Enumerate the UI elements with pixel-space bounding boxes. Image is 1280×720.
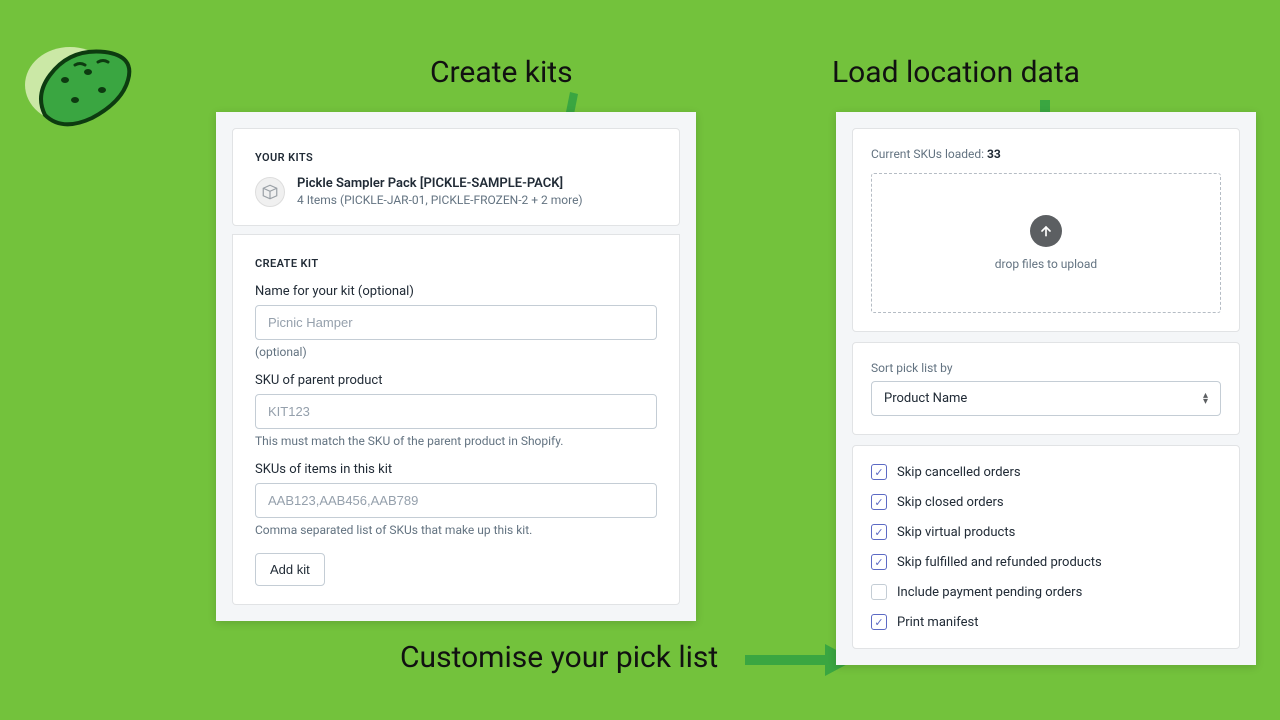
option-label: Print manifest <box>897 615 978 630</box>
dropzone-label: drop files to upload <box>995 257 1097 271</box>
item-skus-label: SKUs of items in this kit <box>255 462 657 477</box>
upload-card: Current SKUs loaded: 33 drop files to up… <box>852 128 1240 332</box>
skus-loaded: Current SKUs loaded: 33 <box>871 147 1221 161</box>
select-caret-icon: ▴▾ <box>1203 393 1208 405</box>
add-kit-button[interactable]: Add kit <box>255 553 325 586</box>
option-label: Skip virtual products <box>897 525 1015 540</box>
sort-label: Sort pick list by <box>871 361 1221 375</box>
checkbox-icon[interactable]: ✓ <box>871 614 887 630</box>
kit-name-help: (optional) <box>255 345 657 359</box>
option-row[interactable]: ✓ Skip fulfilled and refunded products <box>871 554 1221 570</box>
checkbox-icon[interactable]: ✓ <box>871 464 887 480</box>
option-row[interactable]: ✓ Print manifest <box>871 614 1221 630</box>
file-dropzone[interactable]: drop files to upload <box>871 173 1221 313</box>
create-kit-heading: CREATE KIT <box>255 257 657 270</box>
kit-item[interactable]: Pickle Sampler Pack [PICKLE-SAMPLE-PACK]… <box>255 176 657 207</box>
checkbox-icon[interactable]: ✓ <box>871 554 887 570</box>
option-label: Include payment pending orders <box>897 585 1082 600</box>
create-kit-card: CREATE KIT Name for your kit (optional) … <box>232 235 680 605</box>
sort-select[interactable]: Product Name ▴▾ <box>871 381 1221 416</box>
option-row[interactable]: ✓ Skip closed orders <box>871 494 1221 510</box>
package-icon <box>255 177 285 207</box>
checkbox-icon[interactable] <box>871 584 887 600</box>
checkbox-icon[interactable]: ✓ <box>871 524 887 540</box>
skus-loaded-prefix: Current SKUs loaded: <box>871 147 987 161</box>
checkbox-icon[interactable]: ✓ <box>871 494 887 510</box>
kit-subtitle: 4 Items (PICKLE-JAR-01, PICKLE-FROZEN-2 … <box>297 193 583 207</box>
option-row[interactable]: ✓ Skip virtual products <box>871 524 1221 540</box>
option-label: Skip fulfilled and refunded products <box>897 555 1102 570</box>
your-kits-heading: YOUR KITS <box>255 151 657 164</box>
item-skus-help: Comma separated list of SKUs that make u… <box>255 523 657 537</box>
parent-sku-help: This must match the SKU of the parent pr… <box>255 434 657 448</box>
option-row[interactable]: Include payment pending orders <box>871 584 1221 600</box>
option-label: Skip cancelled orders <box>897 465 1021 480</box>
kits-panel: YOUR KITS Pickle Sampler Pack [PICKLE-SA… <box>216 112 696 621</box>
kit-title: Pickle Sampler Pack [PICKLE-SAMPLE-PACK] <box>297 176 583 191</box>
pickle-logo <box>20 20 140 140</box>
options-card: ✓ Skip cancelled orders ✓ Skip closed order… <box>852 445 1240 649</box>
kit-name-input[interactable] <box>255 305 657 340</box>
item-skus-input[interactable] <box>255 483 657 518</box>
upload-icon <box>1030 215 1062 247</box>
skus-loaded-count: 33 <box>987 147 1001 161</box>
sort-card: Sort pick list by Product Name ▴▾ <box>852 342 1240 435</box>
option-row[interactable]: ✓ Skip cancelled orders <box>871 464 1221 480</box>
parent-sku-label: SKU of parent product <box>255 373 657 388</box>
parent-sku-input[interactable] <box>255 394 657 429</box>
annotation-load-location: Load location data <box>832 55 1080 90</box>
sort-select-value: Product Name <box>884 391 967 406</box>
annotation-customise: Customise your pick list <box>400 640 718 675</box>
option-label: Skip closed orders <box>897 495 1004 510</box>
settings-panel: Current SKUs loaded: 33 drop files to up… <box>836 112 1256 665</box>
kit-name-label: Name for your kit (optional) <box>255 284 657 299</box>
your-kits-card: YOUR KITS Pickle Sampler Pack [PICKLE-SA… <box>232 128 680 226</box>
